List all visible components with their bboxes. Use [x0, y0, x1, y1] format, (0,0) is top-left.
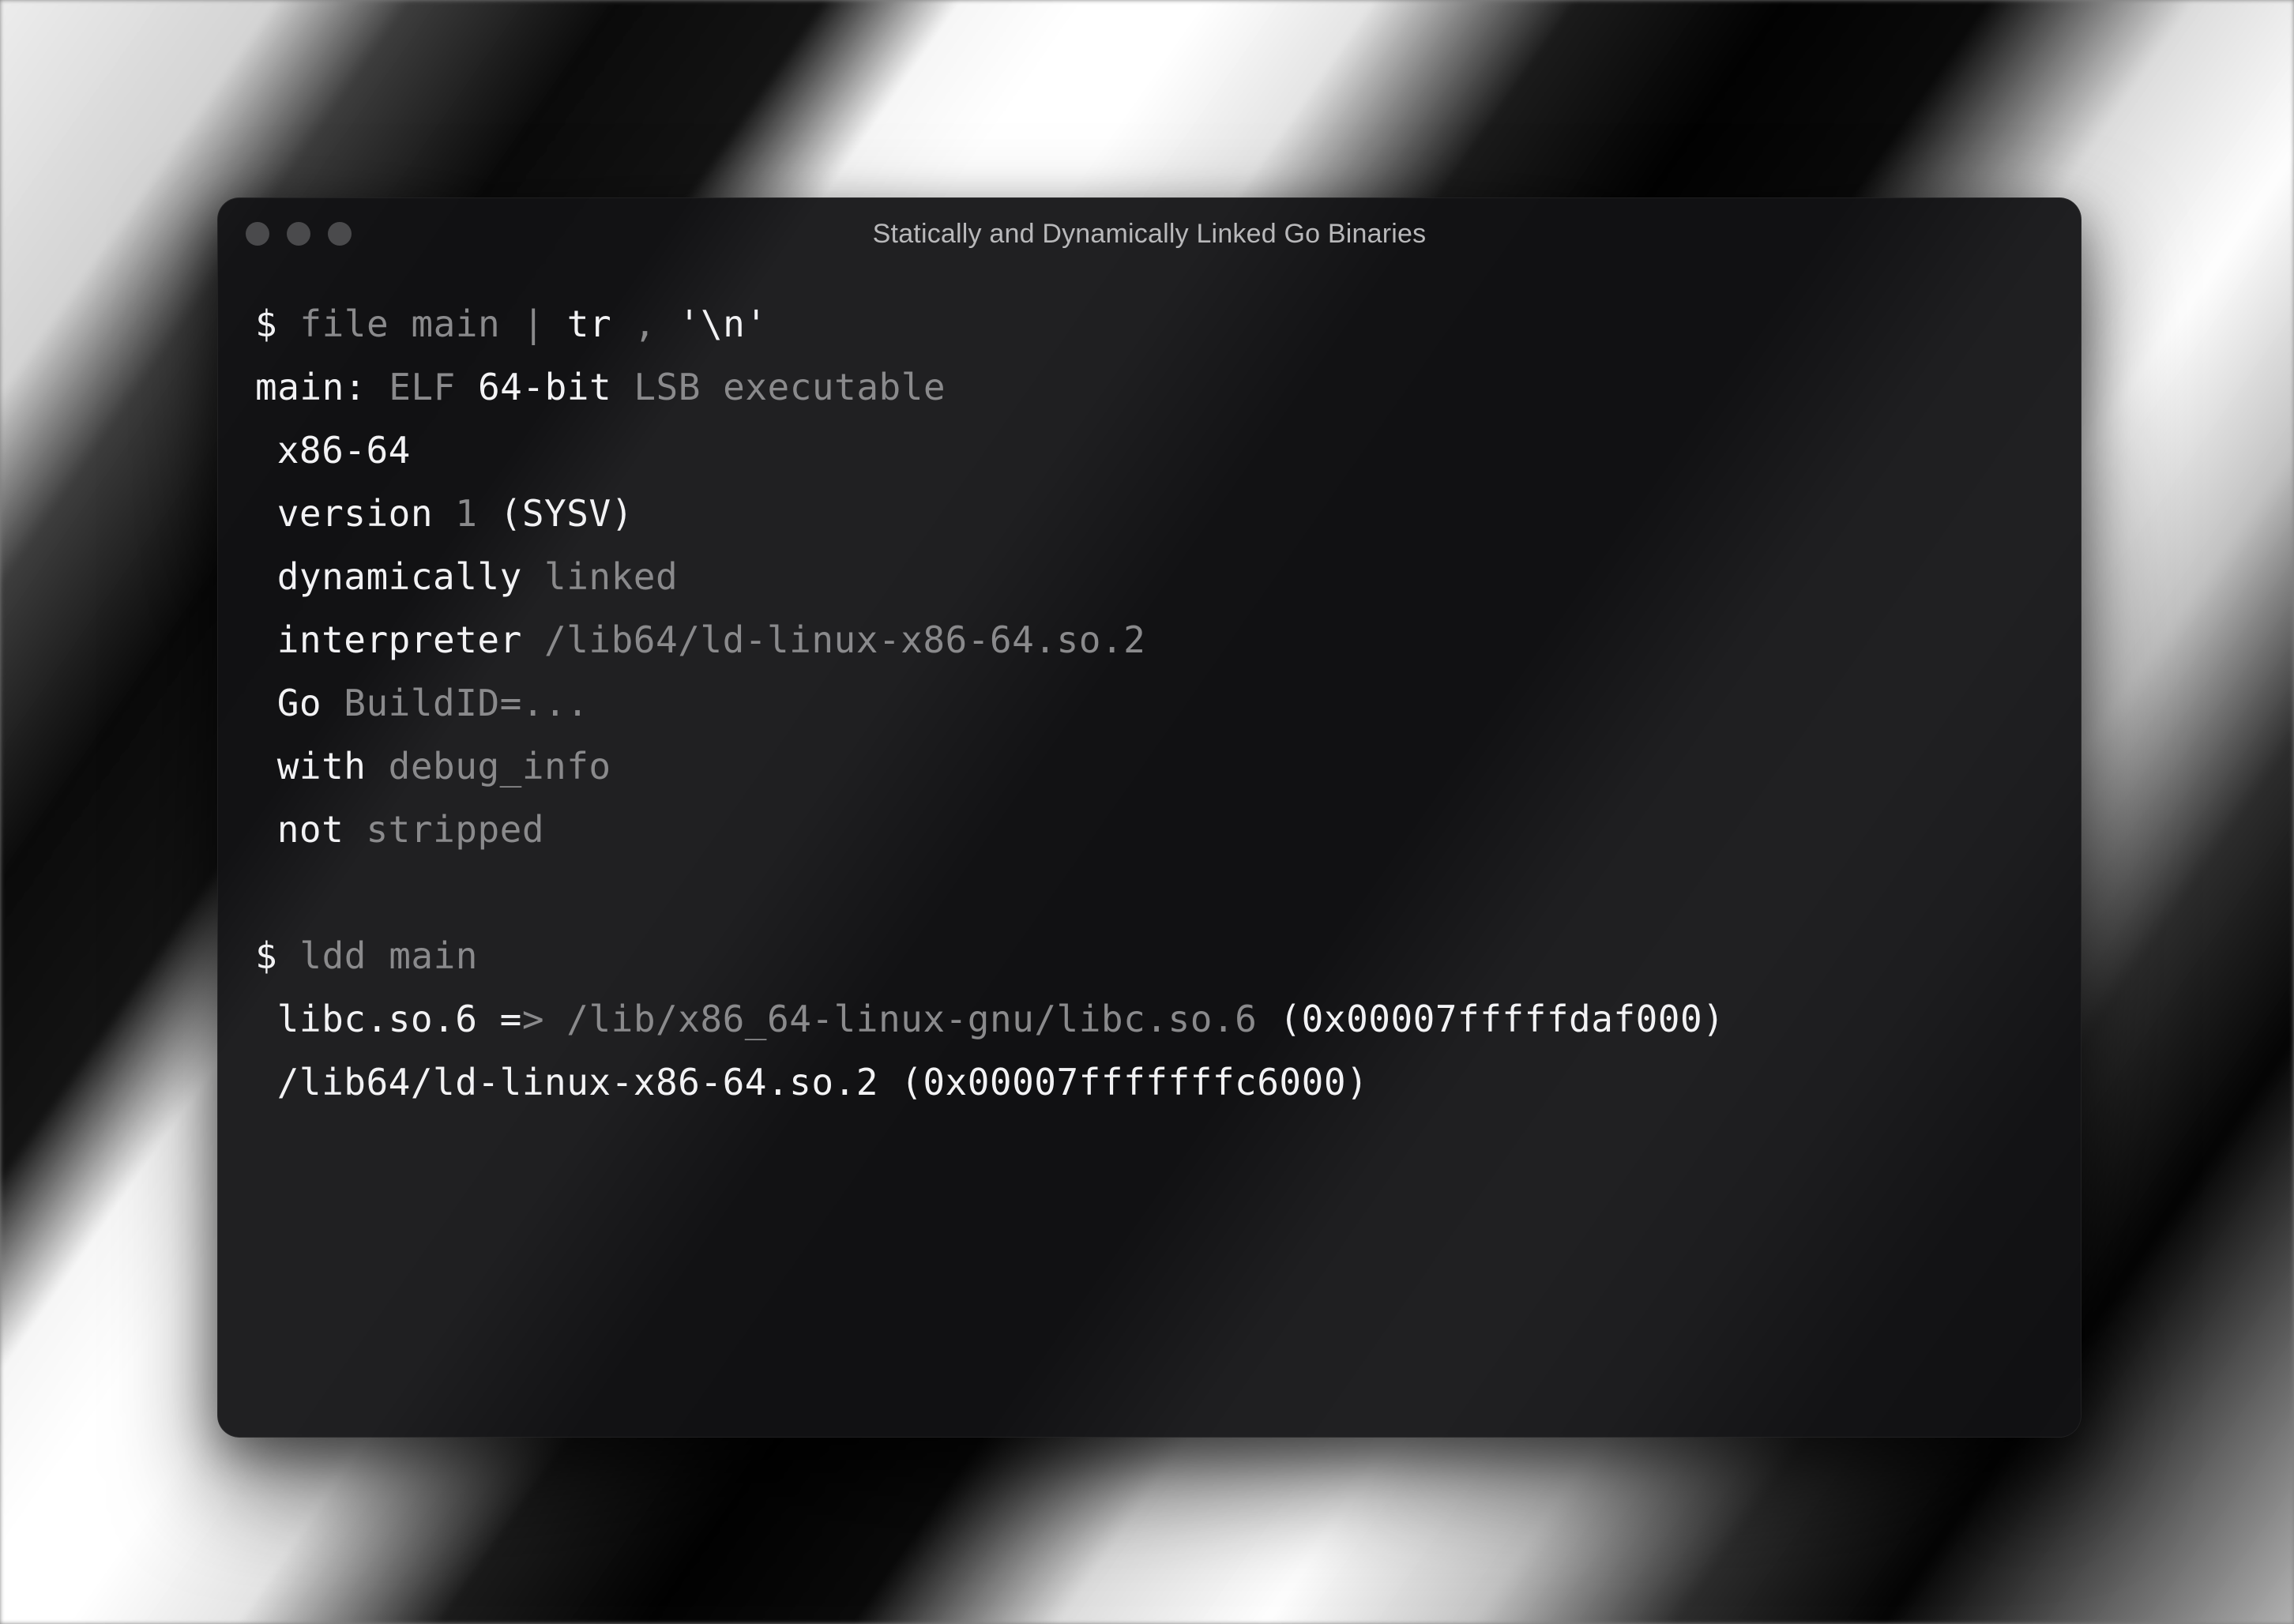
cmd-token: |: [522, 303, 544, 345]
out-token: /lib64/ld-linux-x86-64.so.2: [544, 618, 1145, 661]
out-token: linked: [544, 555, 678, 598]
output-line: with debug_info: [255, 735, 2044, 798]
out-token: LSB: [634, 366, 701, 408]
out-token: /lib64/ld-linux-x86-64.so.2 (0x00007ffff…: [277, 1061, 1369, 1103]
out-token: interpreter: [277, 618, 522, 661]
out-token: x86-64: [277, 429, 411, 472]
out-token: ELF: [389, 366, 456, 408]
out-token: stripped: [366, 808, 544, 851]
cmd-token: tr: [567, 303, 611, 345]
cmd-token: ldd: [299, 934, 367, 977]
out-token: dynamically: [277, 555, 522, 598]
output-line: /lib64/ld-linux-x86-64.so.2 (0x00007ffff…: [255, 1051, 2044, 1114]
close-button[interactable]: [246, 222, 269, 246]
out-token: /lib/x86_64-linux-gnu/libc.so.6: [566, 998, 1257, 1040]
out-token: Go: [277, 682, 322, 724]
prompt: $: [255, 303, 277, 345]
cmd-token: '\n': [679, 303, 768, 345]
output-line: interpreter /lib64/ld-linux-x86-64.so.2: [255, 608, 2044, 671]
out-token: with: [277, 745, 367, 788]
out-token: executable: [723, 366, 946, 408]
cmd-token: main: [411, 303, 500, 345]
out-token: not: [277, 808, 344, 851]
out-token: >: [522, 998, 544, 1040]
out-token: 64-bit: [478, 366, 611, 408]
prompt: $: [255, 934, 277, 977]
traffic-lights: [246, 222, 352, 246]
command-line-1: $ file main | tr , '\n': [255, 292, 2044, 355]
command-line-2: $ ldd main: [255, 924, 2044, 987]
out-token: version: [277, 492, 433, 535]
terminal-body[interactable]: $ file main | tr , '\n'main: ELF 64-bit …: [217, 270, 2082, 1152]
output-line: not stripped: [255, 798, 2044, 861]
terminal-window: Statically and Dynamically Linked Go Bin…: [217, 197, 2082, 1438]
window-title: Statically and Dynamically Linked Go Bin…: [217, 219, 2082, 250]
output-line: main: ELF 64-bit LSB executable: [255, 355, 2044, 419]
output-line: dynamically linked: [255, 545, 2044, 608]
cmd-token: ,: [634, 303, 656, 345]
zoom-button[interactable]: [328, 222, 352, 246]
output-line: libc.so.6 => /lib/x86_64-linux-gnu/libc.…: [255, 987, 2044, 1051]
titlebar[interactable]: Statically and Dynamically Linked Go Bin…: [217, 197, 2082, 270]
minimize-button[interactable]: [287, 222, 310, 246]
output-line: Go BuildID=...: [255, 671, 2044, 735]
output-line: version 1 (SYSV): [255, 482, 2044, 545]
out-token: (0x00007fffffdaf000): [1279, 998, 1724, 1040]
out-token: 1: [455, 492, 477, 535]
out-token: BuildID=...: [344, 682, 589, 724]
cmd-token: main: [389, 934, 478, 977]
blank-line: [255, 861, 2044, 924]
out-token: debug_info: [389, 745, 611, 788]
out-token: main:: [255, 366, 367, 408]
cmd-token: file: [299, 303, 389, 345]
out-token: =: [500, 998, 522, 1040]
output-line: x86-64: [255, 419, 2044, 482]
out-token: (SYSV): [500, 492, 634, 535]
out-token: libc.so.6: [277, 998, 478, 1040]
